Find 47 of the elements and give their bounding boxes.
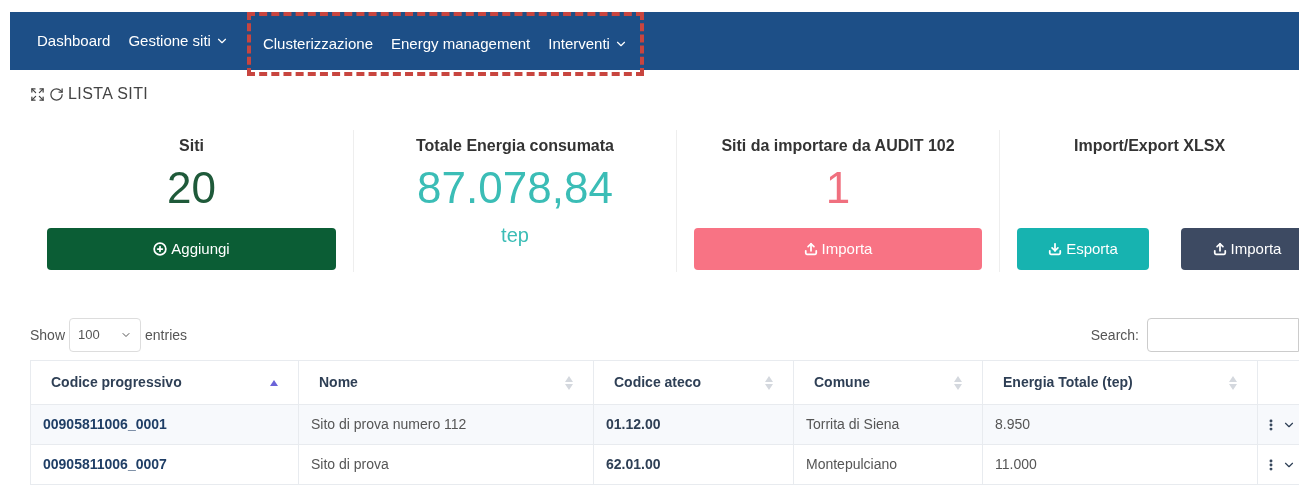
search-label: Search: — [1090, 325, 1139, 345]
table-cell-text: Montepulciano — [806, 455, 898, 474]
sort-icon — [954, 375, 962, 390]
plus-circle-icon — [153, 242, 168, 256]
table-cell-text: Torrita di Siena — [806, 415, 900, 434]
table-cell-text: 62.01.00 — [606, 455, 661, 474]
fullscreen-icon[interactable] — [30, 86, 45, 102]
refresh-icon[interactable] — [49, 86, 64, 102]
nav-link[interactable]: Dashboard — [37, 29, 111, 53]
search-field[interactable] — [1147, 318, 1299, 352]
stat-title: Totale Energia consumata — [416, 136, 614, 156]
table-cell-text: Sito di prova numero 112 — [311, 415, 467, 434]
table-cell-text: 11.000 — [995, 455, 1037, 474]
column-header[interactable]: Comune — [794, 361, 983, 404]
sort-icon — [765, 375, 773, 390]
stat-unit: tep — [501, 223, 529, 248]
upload-icon — [803, 242, 818, 256]
show-label: Show — [30, 325, 66, 345]
upload-icon — [1212, 242, 1227, 256]
stat-title: Siti — [179, 136, 204, 156]
sort-icon — [1229, 375, 1237, 390]
download-icon — [1048, 242, 1063, 256]
stat-value: 1 — [825, 162, 851, 214]
column-header[interactable]: Energia Totale (tep) — [983, 361, 1258, 404]
nav-link[interactable]: Clusterizzazione — [262, 32, 373, 56]
import-button[interactable]: Importa — [1181, 228, 1299, 270]
sort-icon — [565, 375, 573, 390]
add-button[interactable]: Aggiungi — [47, 228, 336, 270]
column-header[interactable]: Codice progressivo — [31, 361, 299, 404]
page-title: LISTA SITI — [68, 84, 149, 104]
nav-link[interactable]: Interventi — [548, 32, 628, 56]
nav-link[interactable]: Energy management — [391, 32, 531, 56]
stat-value: 87.078,84 — [417, 162, 613, 214]
table-cell-text: Sito di prova — [311, 455, 389, 474]
table-cell-text: 8.950 — [995, 415, 1031, 434]
site-code-link[interactable]: 00905811006_0001 — [43, 414, 167, 435]
column-header[interactable]: Codice ateco — [594, 361, 794, 404]
sort-ascending-icon — [270, 379, 278, 386]
nav-link[interactable]: Gestione siti — [128, 29, 229, 53]
column-header[interactable]: Nome — [299, 361, 594, 404]
stat-title: Siti da importare da AUDIT 102 — [721, 136, 955, 156]
entries-label: entries — [145, 325, 188, 345]
table-cell-text: 01.12.00 — [606, 415, 661, 434]
stat-value: 20 — [167, 162, 216, 214]
page-size-select[interactable]: 100 — [69, 318, 142, 352]
site-code-link[interactable]: 00905811006_0007 — [43, 454, 167, 475]
stat-title: Import/Export XLSX — [1073, 136, 1226, 156]
